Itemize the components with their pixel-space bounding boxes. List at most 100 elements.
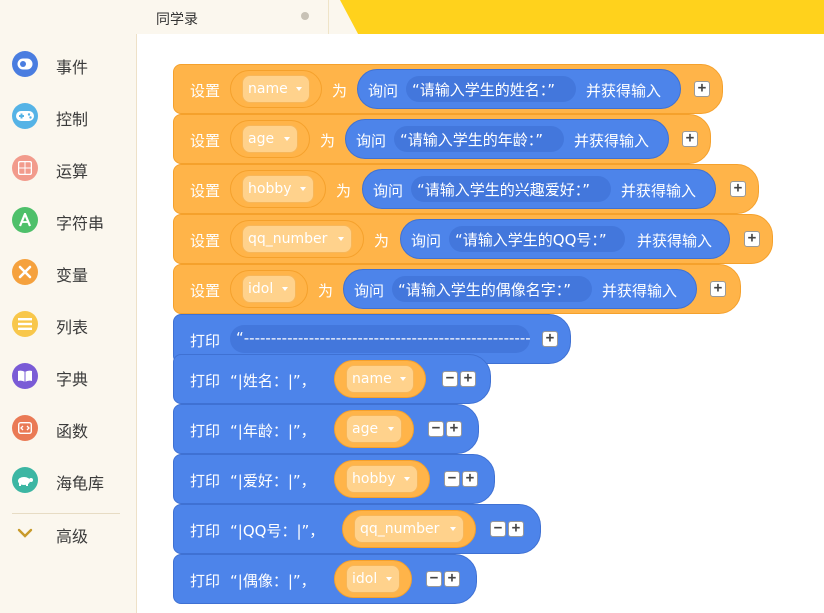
add-param-button[interactable]: + [542, 331, 558, 347]
print-keyword: 打印 [190, 472, 221, 490]
variable-name: hobby [352, 471, 396, 487]
print-string-field[interactable]: “---------------------------------------… [230, 325, 530, 353]
set-variable-block[interactable]: 设置 idol 为 询问 “请输入学生的偶像名字：” 并获得输入 + [173, 264, 741, 314]
set-variable-block[interactable]: 设置 hobby 为 询问 “请输入学生的兴趣爱好：” 并获得输入 + [173, 164, 759, 214]
variable-dropdown[interactable]: name [242, 75, 310, 103]
variable-dropdown[interactable]: idol [242, 275, 296, 303]
print-block[interactable]: 打印 “|QQ号：|”， qq_number − + [173, 504, 541, 554]
category-label: 字典 [56, 370, 89, 389]
variable-dropdown[interactable]: age [346, 415, 402, 443]
add-param-button[interactable]: + [460, 371, 476, 387]
get-input-label: 并获得输入 [586, 82, 662, 100]
add-param-button[interactable]: + [444, 571, 460, 587]
print-text: “|QQ号：|”， [230, 522, 325, 540]
category-strings[interactable]: 字符串 [0, 199, 136, 241]
as-keyword: 为 [374, 232, 390, 250]
set-variable-block[interactable]: 设置 qq_number 为 询问 “请输入学生的QQ号：” 并获得输入 + [173, 214, 773, 264]
dropdown-caret-icon [450, 527, 456, 531]
set-variable-block[interactable]: 设置 age 为 询问 “请输入学生的年龄：” 并获得输入 + [173, 114, 711, 164]
prompt-text: “请输入学生的年龄：” [400, 131, 544, 149]
print-block[interactable]: 打印 “|姓名：|”， name − + [173, 354, 491, 404]
ask-keyword: 询问 [354, 282, 385, 300]
chevron-down-icon [12, 520, 38, 546]
event-icon [12, 51, 38, 77]
variable-slot: name [334, 360, 426, 398]
variable-slot: age [230, 120, 310, 158]
variable-name: idol [248, 281, 274, 297]
prompt-text: “请输入学生的兴趣爱好：” [417, 181, 591, 199]
add-param-button[interactable]: + [730, 181, 746, 197]
remove-param-button[interactable]: − [426, 571, 442, 587]
prompt-text: “请输入学生的偶像名字：” [398, 281, 572, 299]
add-param-button[interactable]: + [508, 521, 524, 537]
category-advanced[interactable]: 高级 [0, 512, 136, 554]
tab-bar: 同学录 [136, 0, 824, 34]
print-text: “|爱好：|”， [230, 472, 316, 490]
set-variable-block[interactable]: 设置 name 为 询问 “请输入学生的姓名：” 并获得输入 + [173, 64, 723, 114]
category-events[interactable]: 事件 [0, 43, 136, 85]
string-icon [12, 207, 38, 233]
category-turtle[interactable]: 海龟库 [0, 459, 136, 501]
tab-title: 同学录 [156, 12, 198, 28]
print-text: “|偶像：|”， [230, 572, 316, 590]
category-variables[interactable]: 变量 [0, 251, 136, 293]
print-text: “---------------------------------------… [236, 329, 530, 347]
variable-slot: qq_number [230, 220, 364, 258]
ask-input-block[interactable]: 询问 “请输入学生的年龄：” 并获得输入 [345, 119, 669, 159]
prompt-string-field[interactable]: “请输入学生的兴趣爱好：” [411, 176, 611, 202]
print-block[interactable]: 打印 “|偶像：|”， idol − + [173, 554, 477, 604]
print-block[interactable]: 打印 “|爱好：|”， hobby − + [173, 454, 495, 504]
variable-dropdown[interactable]: hobby [346, 465, 418, 493]
variable-slot: hobby [334, 460, 430, 498]
category-operators[interactable]: 运算 [0, 147, 136, 189]
prompt-string-field[interactable]: “请输入学生的年龄：” [394, 126, 564, 152]
add-param-button[interactable]: + [744, 231, 760, 247]
category-sidebar: 事件 控制 运算 字符串 变量 列表 字典 函数 海龟库 高级 [0, 0, 137, 613]
category-label: 列表 [56, 318, 89, 337]
print-block[interactable]: 打印 “|年龄：|”， age − + [173, 404, 479, 454]
print-keyword: 打印 [190, 572, 221, 590]
add-param-button[interactable]: + [682, 131, 698, 147]
category-dictionaries[interactable]: 字典 [0, 355, 136, 397]
prompt-string-field[interactable]: “请输入学生的偶像名字：” [392, 276, 592, 302]
dropdown-caret-icon [338, 237, 344, 241]
variable-dropdown[interactable]: name [346, 365, 414, 393]
set-keyword: 设置 [190, 232, 221, 250]
variable-dropdown[interactable]: hobby [242, 175, 314, 203]
list-icon [12, 311, 38, 337]
add-param-button[interactable]: + [694, 81, 710, 97]
as-keyword: 为 [318, 282, 334, 300]
ask-input-block[interactable]: 询问 “请输入学生的QQ号：” 并获得输入 [400, 219, 730, 259]
prompt-string-field[interactable]: “请输入学生的QQ号：” [449, 226, 625, 252]
ask-input-block[interactable]: 询问 “请输入学生的偶像名字：” 并获得输入 [343, 269, 697, 309]
add-param-button[interactable]: + [462, 471, 478, 487]
remove-param-button[interactable]: − [490, 521, 506, 537]
variable-name: name [248, 81, 288, 97]
prompt-string-field[interactable]: “请输入学生的姓名：” [406, 76, 576, 102]
variable-dropdown[interactable]: age [242, 125, 298, 153]
variable-dropdown[interactable]: qq_number [242, 225, 352, 253]
category-label: 海龟库 [56, 474, 105, 493]
add-param-button[interactable]: + [710, 281, 726, 297]
category-label: 字符串 [56, 214, 105, 233]
as-keyword: 为 [320, 132, 336, 150]
ask-input-block[interactable]: 询问 “请输入学生的姓名：” 并获得输入 [357, 69, 681, 109]
remove-param-button[interactable]: − [444, 471, 460, 487]
file-tab[interactable]: 同学录 [136, 0, 329, 34]
category-functions[interactable]: 函数 [0, 407, 136, 449]
set-keyword: 设置 [190, 132, 221, 150]
remove-param-button[interactable]: − [442, 371, 458, 387]
variable-dropdown[interactable]: idol [346, 565, 400, 593]
category-lists[interactable]: 列表 [0, 303, 136, 345]
remove-param-button[interactable]: − [428, 421, 444, 437]
variable-name: hobby [248, 181, 292, 197]
category-control[interactable]: 控制 [0, 95, 136, 137]
ask-keyword: 询问 [356, 132, 387, 150]
print-keyword: 打印 [190, 422, 221, 440]
add-param-button[interactable]: + [446, 421, 462, 437]
tab-close-dot-icon[interactable] [301, 12, 309, 20]
calculator-icon [12, 155, 38, 181]
variable-slot: idol [230, 270, 308, 308]
variable-dropdown[interactable]: qq_number [354, 515, 464, 543]
ask-input-block[interactable]: 询问 “请输入学生的兴趣爱好：” 并获得输入 [362, 169, 716, 209]
